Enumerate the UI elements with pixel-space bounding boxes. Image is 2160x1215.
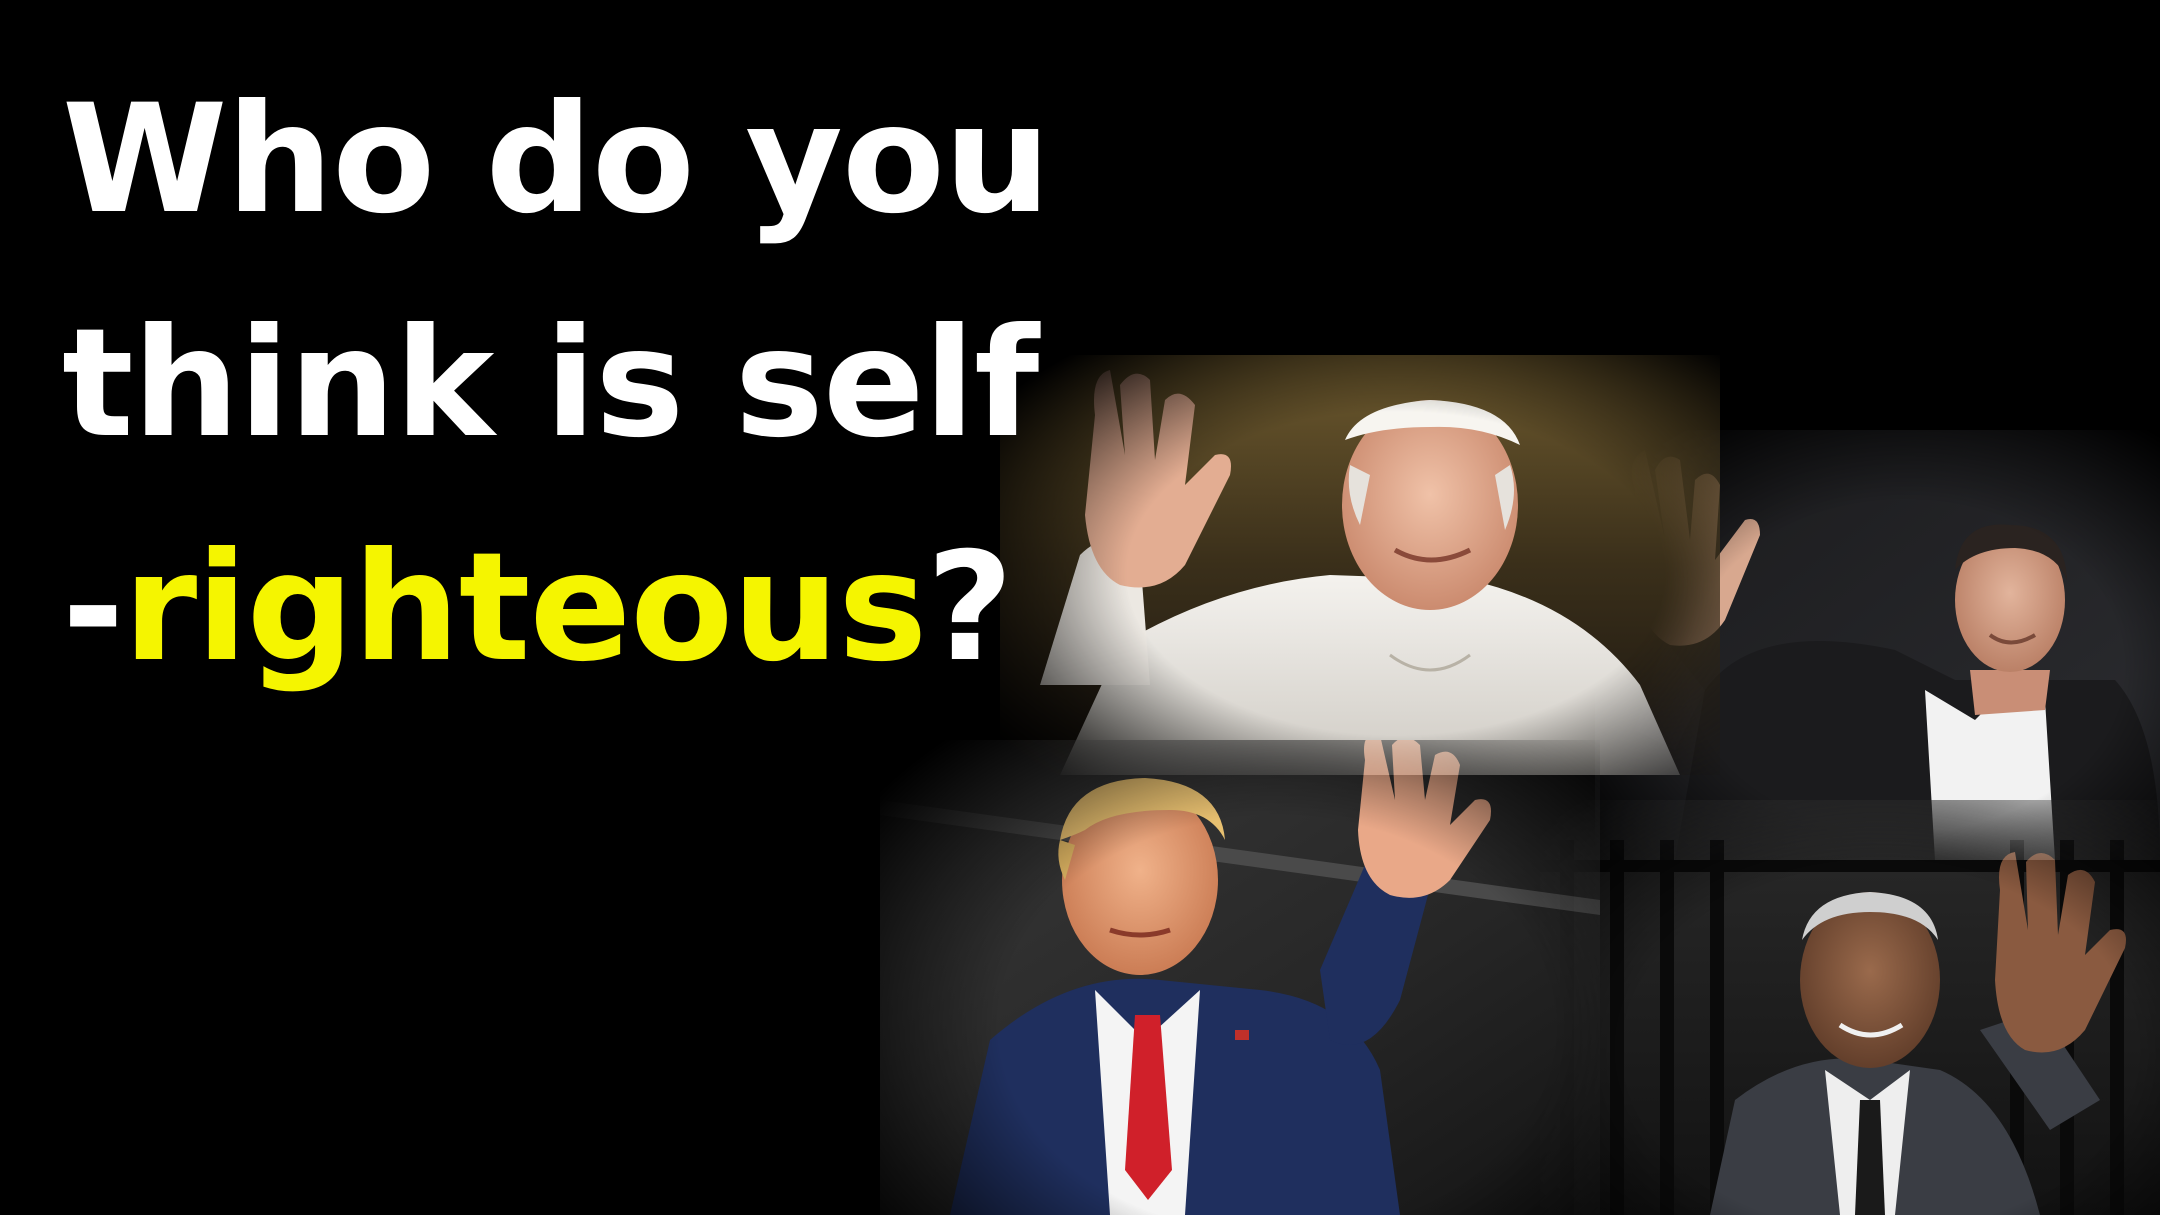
headline-question-mark: ? bbox=[926, 521, 1013, 695]
headline-line-2: think is self bbox=[62, 297, 1039, 471]
waving-man-blue-suit-red-tie-photo bbox=[880, 740, 1600, 1215]
headline-line-1: Who do you bbox=[62, 73, 1051, 247]
waving-man-gray-suit-photo bbox=[1540, 800, 2160, 1215]
thumbnail-canvas: Who do you think is self -righteous? bbox=[0, 0, 2160, 1215]
headline-highlight-word: righteous bbox=[123, 521, 927, 695]
waving-man-white-cassock-photo bbox=[1000, 355, 1720, 775]
headline-question: Who do you think is self -righteous? bbox=[62, 48, 1051, 720]
headline-dash: - bbox=[62, 521, 124, 695]
headline-line-3: -righteous? bbox=[62, 496, 1050, 720]
